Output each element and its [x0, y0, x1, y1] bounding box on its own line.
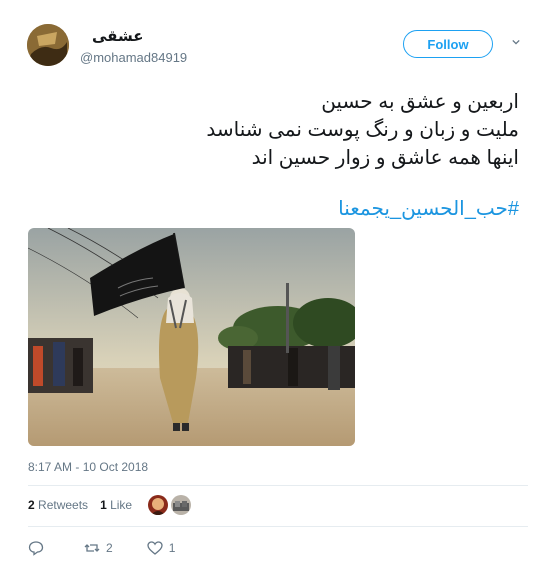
liker-avatar[interactable]	[148, 495, 168, 515]
retweets-stat[interactable]: 2 Retweets	[28, 498, 88, 512]
likes-stat[interactable]: 1 Like	[100, 498, 132, 512]
like-button[interactable]: 1	[147, 540, 176, 556]
hashtag-link[interactable]: #حب_الحسین_یجمعنا	[338, 196, 519, 221]
tweet-line: اربعین و عشق به حسین	[321, 91, 519, 113]
follow-button[interactable]: Follow	[403, 30, 493, 58]
heart-icon	[147, 541, 163, 555]
retweets-label: Retweets	[38, 498, 89, 512]
tweet-timestamp[interactable]: 8:17 AM - 10 Oct 2018	[28, 460, 148, 474]
divider	[28, 526, 528, 527]
reply-button[interactable]	[28, 540, 50, 556]
action-bar: 2 1	[28, 540, 209, 556]
liker-avatar[interactable]	[171, 495, 191, 515]
tweet-text: اربعین و عشق به حسین ملیت و زبان و رنگ پ…	[39, 88, 519, 172]
retweet-icon	[84, 544, 100, 552]
display-name[interactable]: عشقی	[92, 27, 143, 45]
like-count: 1	[168, 541, 176, 555]
user-handle[interactable]: @mohamad84919	[80, 50, 187, 65]
tweet-photo[interactable]	[28, 228, 355, 446]
chevron-down-icon[interactable]	[512, 38, 520, 46]
user-avatar[interactable]	[27, 24, 69, 66]
reply-icon	[28, 541, 44, 556]
retweets-count: 2	[28, 498, 35, 512]
likes-label: Like	[110, 498, 133, 512]
retweet-count: 2	[106, 541, 113, 555]
tweet-line: اینها همه عاشق و زوار حسین اند	[251, 147, 519, 169]
likes-count: 1	[100, 498, 107, 512]
tweet-line: ملیت و زبان و رنگ پوست نمی شناسد	[206, 119, 519, 141]
liker-avatars	[148, 495, 191, 515]
engagement-stats: 2 Retweets 1 Like	[28, 498, 132, 512]
retweet-button[interactable]: 2	[84, 540, 113, 556]
divider	[28, 485, 528, 486]
